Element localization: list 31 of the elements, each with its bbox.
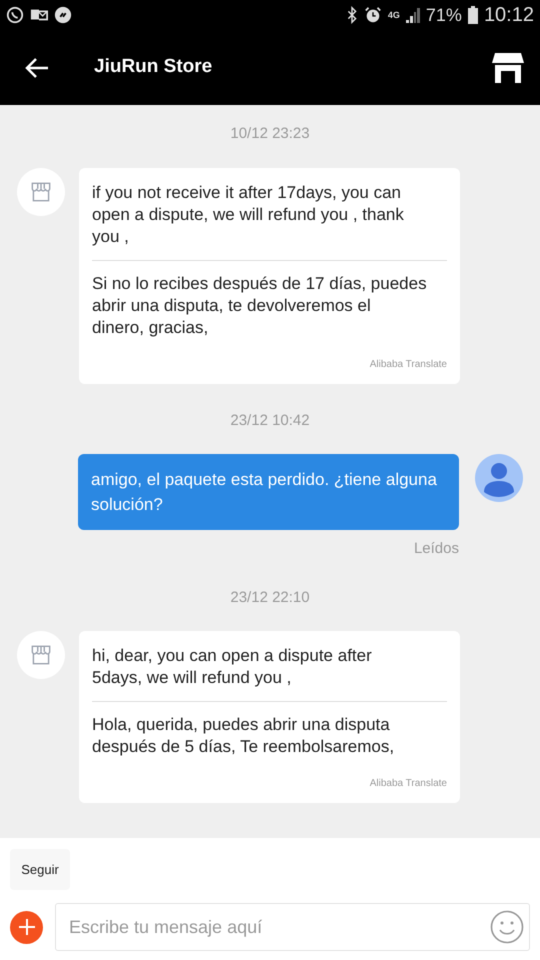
back-arrow-icon xyxy=(25,56,49,78)
network-type: 4G xyxy=(388,10,400,20)
chat-app-icon xyxy=(6,6,24,24)
translator-credit: Alibaba Translate xyxy=(370,358,447,372)
signal-icon xyxy=(406,7,420,23)
timestamp: 10/12 23:23 xyxy=(230,124,310,144)
battery-level: 71% xyxy=(426,4,462,26)
message-text: hi, dear, you can open a dispute after 5days, we will refund you , xyxy=(92,645,373,689)
clock: 10:12 xyxy=(484,3,534,28)
chat-title: JiuRun Store xyxy=(94,55,214,80)
store-button[interactable] xyxy=(492,52,524,82)
follow-button[interactable]: Seguir xyxy=(10,849,70,890)
bluetooth-icon xyxy=(346,6,358,24)
timestamp: 23/12 10:42 xyxy=(230,410,310,430)
user-avatar-icon xyxy=(475,454,523,502)
message-input[interactable]: Escribe tu mensaje aquí xyxy=(55,903,530,951)
add-button[interactable] xyxy=(10,910,43,944)
translator-credit: Alibaba Translate xyxy=(370,777,447,791)
translated-text: Si no lo recibes después de 17 días, puedes abrir una disputa, te devolveremos el dinero, gracias, xyxy=(92,272,428,338)
store-icon xyxy=(492,52,524,82)
timestamp: 23/12 22:10 xyxy=(230,588,310,608)
emoji-icon[interactable] xyxy=(490,910,524,944)
message-text: if you not receive it after 17days, you can open a dispute, we will refund you , thank you , xyxy=(92,182,405,248)
message-text: amigo, el paquete esta perdido. ¿tiene alguna solución? xyxy=(91,469,438,516)
store-avatar[interactable] xyxy=(17,168,65,216)
plus-icon xyxy=(18,919,34,935)
battery-icon xyxy=(468,6,478,24)
store-avatar[interactable] xyxy=(17,631,65,679)
translated-text: Hola, querida, puedes abrir una disputa después de 5 días, Te reembolsaremos, xyxy=(92,714,396,758)
read-receipt: Leídos xyxy=(414,539,459,559)
alarm-icon xyxy=(364,6,382,24)
